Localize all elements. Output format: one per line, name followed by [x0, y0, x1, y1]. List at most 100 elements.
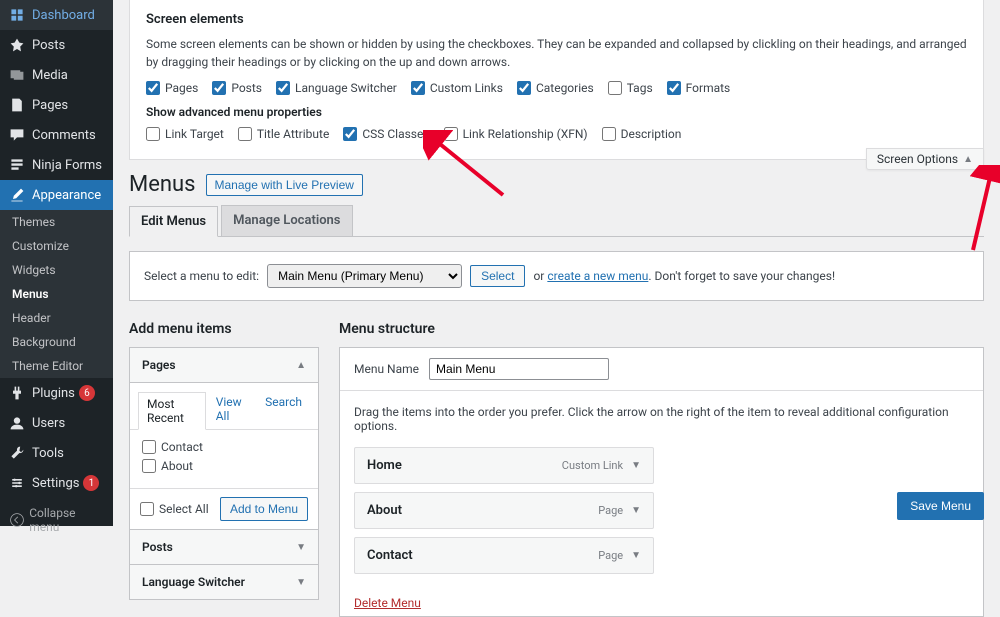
screen-options-toggle[interactable]: Screen Options ▲ — [866, 148, 984, 170]
or-text: or — [533, 269, 544, 283]
page-icon — [8, 96, 26, 114]
sidebar-item-appearance[interactable]: Appearance — [0, 180, 113, 210]
submenu-customize[interactable]: Customize — [0, 234, 113, 258]
sidebar-label: Pages — [32, 98, 68, 113]
submenu-header[interactable]: Header — [0, 306, 113, 330]
sidebar-item-dashboard[interactable]: Dashboard — [0, 0, 113, 30]
cb-formats[interactable]: Formats — [667, 81, 731, 95]
submenu-widgets[interactable]: Widgets — [0, 258, 113, 282]
page-item-about[interactable]: About — [142, 459, 306, 473]
tab-edit-menus[interactable]: Edit Menus — [129, 206, 218, 237]
add-to-menu-button[interactable]: Add to Menu — [220, 497, 308, 521]
page-title: Menus — [129, 172, 196, 197]
select-suffix: . Don't forget to save your changes! — [648, 269, 835, 283]
accordion-pages-body: Most Recent View All Search Contact Abou… — [130, 382, 318, 529]
chevron-down-icon: ▼ — [631, 460, 641, 471]
pin-icon — [8, 36, 26, 54]
menu-item-contact[interactable]: Contact Page▼ — [354, 537, 654, 574]
sidebar-label: Posts — [32, 38, 65, 53]
manage-live-preview-button[interactable]: Manage with Live Preview — [206, 174, 363, 196]
inner-tab-view-all[interactable]: View All — [208, 391, 255, 429]
menu-item-home[interactable]: Home Custom Link▼ — [354, 447, 654, 484]
sidebar-item-comments[interactable]: Comments — [0, 120, 113, 150]
wrench-icon — [8, 444, 26, 462]
menu-name-input[interactable] — [429, 358, 609, 380]
appearance-submenu: Themes Customize Widgets Menus Header Ba… — [0, 210, 113, 378]
select-menu-label: Select a menu to edit: — [144, 269, 259, 283]
create-new-menu-link[interactable]: create a new menu — [547, 269, 648, 283]
add-items-heading: Add menu items — [129, 321, 319, 337]
cb-language-switcher[interactable]: Language Switcher — [276, 81, 397, 95]
plugin-icon — [8, 384, 26, 402]
submenu-themes[interactable]: Themes — [0, 210, 113, 234]
submenu-background[interactable]: Background — [0, 330, 113, 354]
collapse-label: Collapse menu — [29, 506, 105, 534]
cb-link-relationship[interactable]: Link Relationship (XFN) — [444, 127, 588, 141]
update-badge: 6 — [79, 385, 95, 401]
save-menu-button[interactable]: Save Menu — [897, 492, 984, 520]
menu-items-list: Home Custom Link▼ About Page▼ Contact Pa… — [340, 447, 983, 596]
accordion-language-switcher-head[interactable]: Language Switcher ▼ — [130, 565, 318, 599]
cb-link-target[interactable]: Link Target — [146, 127, 224, 141]
cb-pages[interactable]: Pages — [146, 81, 198, 95]
advanced-properties-checkboxes: Link Target Title Attribute CSS Classes … — [146, 127, 967, 141]
page-heading-row: Menus Manage with Live Preview — [129, 172, 984, 197]
advanced-properties-heading: Show advanced menu properties — [146, 105, 967, 119]
submenu-menus[interactable]: Menus — [0, 282, 113, 306]
sidebar-item-posts[interactable]: Posts — [0, 30, 113, 60]
sidebar-label: Appearance — [32, 188, 101, 203]
chevron-down-icon: ▼ — [631, 505, 641, 516]
menu-structure-panel: Menu Name Drag the items into the order … — [339, 347, 984, 617]
sidebar-item-pages[interactable]: Pages — [0, 90, 113, 120]
select-all-checkbox[interactable]: Select All — [140, 502, 209, 516]
sidebar-item-ninja-forms[interactable]: Ninja Forms — [0, 150, 113, 180]
delete-menu-link[interactable]: Delete Menu — [340, 596, 435, 616]
menu-item-about[interactable]: About Page▼ — [354, 492, 654, 529]
screen-options-label: Screen Options — [877, 152, 958, 166]
settings-icon — [8, 474, 26, 492]
cb-tags[interactable]: Tags — [608, 81, 653, 95]
sidebar-label: Dashboard — [32, 8, 95, 23]
select-button[interactable]: Select — [470, 265, 525, 287]
cb-posts[interactable]: Posts — [212, 81, 262, 95]
collapse-menu-button[interactable]: Collapse menu — [0, 498, 113, 542]
cb-custom-links[interactable]: Custom Links — [411, 81, 503, 95]
chevron-down-icon: ▼ — [631, 550, 641, 561]
chevron-up-icon: ▲ — [963, 154, 973, 165]
page-item-contact[interactable]: Contact — [142, 440, 306, 454]
accordion-posts-head[interactable]: Posts ▼ — [130, 530, 318, 564]
sidebar-label: Ninja Forms — [32, 158, 102, 173]
accordion-pages: Pages ▲ Most Recent View All Search Cont… — [129, 347, 319, 529]
inner-tab-search[interactable]: Search — [257, 391, 310, 429]
collapse-icon — [8, 511, 25, 529]
form-icon — [8, 156, 26, 174]
sidebar-item-tools[interactable]: Tools — [0, 438, 113, 468]
cb-categories[interactable]: Categories — [517, 81, 594, 95]
cb-title-attribute[interactable]: Title Attribute — [238, 127, 329, 141]
cb-css-classes[interactable]: CSS Classes — [343, 127, 429, 141]
screen-elements-checkboxes: Pages Posts Language Switcher Custom Lin… — [146, 81, 967, 95]
menu-name-label: Menu Name — [354, 362, 419, 376]
accordion-posts: Posts ▼ — [129, 529, 319, 564]
accordion-pages-footer: Select All Add to Menu — [130, 488, 318, 529]
sidebar-item-settings[interactable]: Settings 1 — [0, 468, 113, 498]
sidebar-item-plugins[interactable]: Plugins 6 — [0, 378, 113, 408]
user-icon — [8, 414, 26, 432]
inner-tab-most-recent[interactable]: Most Recent — [138, 392, 206, 430]
sidebar-item-media[interactable]: Media — [0, 60, 113, 90]
cb-description[interactable]: Description — [602, 127, 682, 141]
add-items-column: Add menu items Pages ▲ Most Recent View … — [129, 321, 319, 617]
menu-columns: Add menu items Pages ▲ Most Recent View … — [129, 321, 984, 617]
sidebar-item-users[interactable]: Users — [0, 408, 113, 438]
accordion-language-switcher: Language Switcher ▼ — [129, 564, 319, 600]
update-badge: 1 — [83, 475, 99, 491]
accordion-pages-head[interactable]: Pages ▲ — [130, 348, 318, 382]
menu-select-dropdown[interactable]: Main Menu (Primary Menu) — [267, 264, 462, 288]
tab-manage-locations[interactable]: Manage Locations — [221, 205, 352, 236]
menu-structure-heading: Menu structure — [339, 321, 984, 337]
drag-hint: Drag the items into the order you prefer… — [340, 391, 983, 447]
sidebar-label: Tools — [32, 446, 64, 461]
chevron-down-icon: ▼ — [296, 577, 306, 588]
submenu-theme-editor[interactable]: Theme Editor — [0, 354, 113, 378]
sidebar-label: Media — [32, 68, 68, 83]
